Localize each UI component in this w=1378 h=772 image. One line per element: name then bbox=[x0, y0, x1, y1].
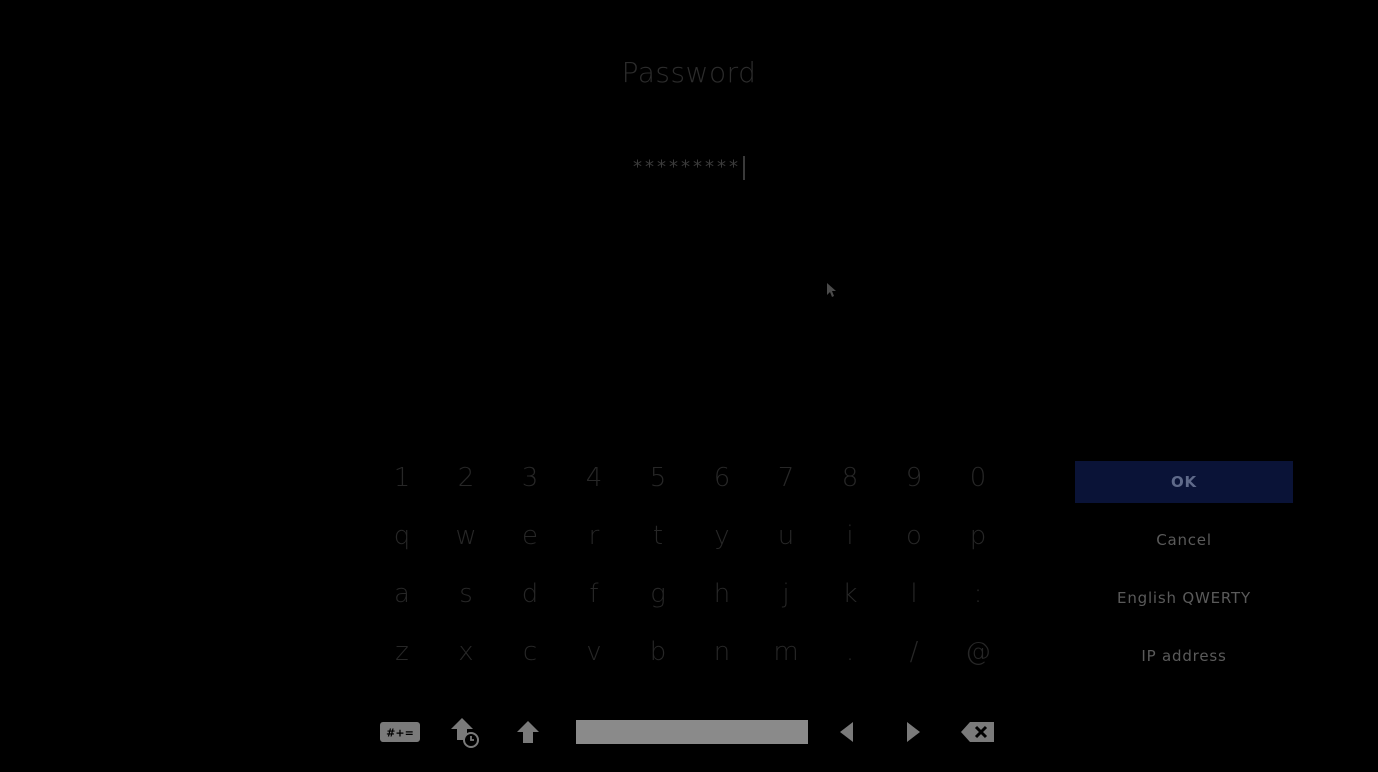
key[interactable]: v bbox=[562, 626, 626, 678]
mouse-pointer-icon bbox=[827, 283, 836, 297]
left-arrow-icon[interactable] bbox=[834, 712, 858, 752]
key[interactable]: 0 bbox=[946, 452, 1010, 504]
key[interactable]: e bbox=[498, 510, 562, 562]
keyboard-row: z x c v b n m. / @ bbox=[370, 626, 1010, 684]
side-menu: OK Cancel English QWERTY IP address bbox=[1075, 461, 1293, 693]
key[interactable]: 3 bbox=[498, 452, 562, 504]
key[interactable]: c bbox=[498, 626, 562, 678]
key[interactable]: 8 bbox=[818, 452, 882, 504]
ip-address-button[interactable]: IP address bbox=[1075, 635, 1293, 677]
key[interactable]: o bbox=[882, 510, 946, 562]
key[interactable]: r bbox=[562, 510, 626, 562]
key[interactable]: u bbox=[754, 510, 818, 562]
key[interactable]: n bbox=[690, 626, 754, 678]
key[interactable]: i bbox=[818, 510, 882, 562]
key[interactable]: l bbox=[882, 568, 946, 620]
text-caret bbox=[743, 156, 745, 180]
key[interactable]: b bbox=[626, 626, 690, 678]
key[interactable]: t bbox=[626, 510, 690, 562]
key[interactable]: z bbox=[370, 626, 434, 678]
key[interactable]: d bbox=[498, 568, 562, 620]
key[interactable]: y bbox=[690, 510, 754, 562]
key[interactable]: m bbox=[754, 626, 818, 678]
key[interactable]: f bbox=[562, 568, 626, 620]
key[interactable]: 1 bbox=[370, 452, 434, 504]
key[interactable]: : bbox=[946, 568, 1010, 620]
key[interactable]: 9 bbox=[882, 452, 946, 504]
password-value: ********* bbox=[633, 156, 741, 178]
cancel-button[interactable]: Cancel bbox=[1075, 519, 1293, 561]
dialog-title: Password bbox=[621, 56, 757, 89]
on-screen-keyboard: 1 2 3 4 5 6 7 8 9 0 q w e r t y u i o p a s d f g h j k l: z x c v b n m. / @ bbox=[370, 452, 1010, 684]
keyboard-row: qwertyuiop bbox=[370, 510, 1010, 568]
symbols-key-label: #+= bbox=[386, 727, 414, 740]
key[interactable]: g bbox=[626, 568, 690, 620]
keyboard-layout-button[interactable]: English QWERTY bbox=[1075, 577, 1293, 619]
key[interactable]: 4 bbox=[562, 452, 626, 504]
key[interactable]: @ bbox=[946, 626, 1010, 678]
key[interactable]: 2 bbox=[434, 452, 498, 504]
keyboard-row: 1234567890 bbox=[370, 452, 1010, 510]
ok-button[interactable]: OK bbox=[1075, 461, 1293, 503]
key[interactable]: 7 bbox=[754, 452, 818, 504]
key[interactable]: . bbox=[818, 626, 882, 678]
right-arrow-icon[interactable] bbox=[902, 712, 926, 752]
key[interactable]: p bbox=[946, 510, 1010, 562]
key[interactable]: q bbox=[370, 510, 434, 562]
key[interactable]: / bbox=[882, 626, 946, 678]
key[interactable]: 5 bbox=[626, 452, 690, 504]
backspace-icon[interactable] bbox=[958, 712, 998, 752]
keyboard-row: asdfghjkl: bbox=[370, 568, 1010, 626]
keyboard-function-row: #+= bbox=[378, 712, 1008, 754]
caps-lock-icon[interactable] bbox=[448, 712, 484, 752]
key[interactable]: 6 bbox=[690, 452, 754, 504]
key[interactable]: w bbox=[434, 510, 498, 562]
key[interactable]: k bbox=[818, 568, 882, 620]
key[interactable]: h bbox=[690, 568, 754, 620]
key[interactable]: j bbox=[754, 568, 818, 620]
key[interactable]: a bbox=[370, 568, 434, 620]
key[interactable]: s bbox=[434, 568, 498, 620]
symbols-key-icon[interactable]: #+= bbox=[378, 712, 422, 752]
shift-icon[interactable] bbox=[514, 712, 542, 752]
key[interactable]: x bbox=[434, 626, 498, 678]
space-bar[interactable] bbox=[576, 720, 808, 744]
password-field[interactable]: ********* bbox=[0, 156, 1378, 180]
